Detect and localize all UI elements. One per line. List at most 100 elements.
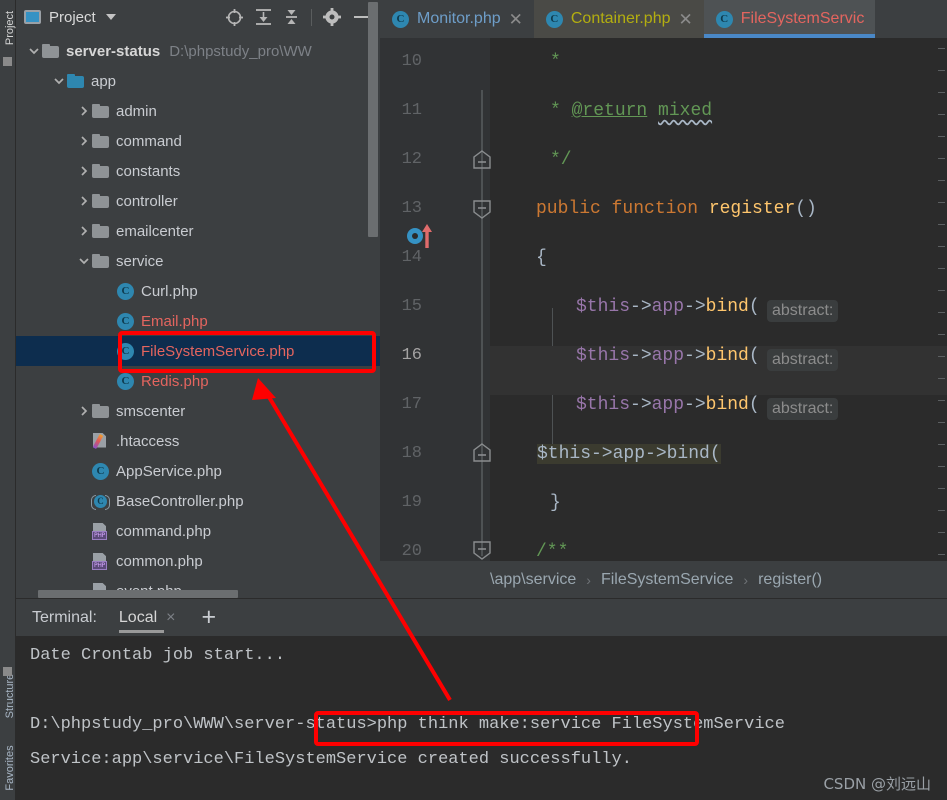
fold-region-start-icon[interactable] bbox=[473, 150, 491, 169]
tree-item[interactable]: PHP command.php bbox=[16, 516, 380, 546]
breadcrumb-item-method[interactable]: register() bbox=[758, 571, 822, 589]
scrollbar-tick bbox=[938, 312, 945, 313]
tool-window-button-favorites[interactable]: Favorites bbox=[4, 738, 16, 798]
run-method-icon[interactable] bbox=[406, 222, 436, 255]
chevron-right-icon[interactable] bbox=[76, 135, 92, 147]
scrollbar-tick bbox=[938, 554, 945, 555]
editor-gutter[interactable]: 10 11 12 13 14 15 16 17 18 19 20 bbox=[380, 38, 491, 561]
code-editor[interactable]: 10 11 12 13 14 15 16 17 18 19 20 * * @re… bbox=[380, 38, 947, 561]
code-text[interactable]: * * @return mixed */ public function reg… bbox=[490, 38, 947, 561]
folder-icon bbox=[92, 194, 109, 208]
editor-tab[interactable]: C FileSystemServic bbox=[703, 0, 876, 38]
project-tree[interactable]: server-status D:\phpstudy_pro\WW app admin c… bbox=[16, 34, 380, 598]
tree-item-path: D:\phpstudy_pro\WW bbox=[169, 42, 312, 60]
php-class-icon: C bbox=[117, 312, 134, 330]
locate-file-icon[interactable] bbox=[225, 8, 244, 27]
project-panel-header: Project bbox=[16, 0, 380, 34]
gear-icon[interactable] bbox=[323, 8, 341, 26]
tree-item[interactable]: command bbox=[16, 126, 380, 156]
chevron-right-icon[interactable] bbox=[76, 105, 92, 117]
editor-tab-bar: C Monitor.php ✕ C Container.php ✕ C FileSystemS… bbox=[380, 0, 947, 38]
scrollbar-tick bbox=[938, 136, 945, 137]
code-line: */ bbox=[490, 150, 947, 199]
editor-tab[interactable]: C Container.php ✕ bbox=[533, 0, 704, 38]
collapse-all-icon[interactable] bbox=[283, 8, 300, 26]
tool-window-button-project[interactable]: Project bbox=[4, 0, 16, 58]
line-number: 18 bbox=[401, 444, 422, 463]
scrollbar-tick bbox=[938, 356, 945, 357]
add-terminal-icon[interactable]: + bbox=[202, 605, 217, 630]
fold-region-icon[interactable] bbox=[473, 541, 491, 560]
expand-all-icon[interactable] bbox=[255, 8, 272, 26]
editor-scrollbar-marks[interactable] bbox=[933, 38, 947, 561]
parameter-inlay-hint: abstract: bbox=[767, 300, 839, 322]
fold-region-end-icon[interactable] bbox=[473, 443, 491, 462]
tool-window-marker-project bbox=[3, 57, 12, 66]
close-icon[interactable]: ✕ bbox=[509, 11, 523, 28]
tree-item[interactable]: admin bbox=[16, 96, 380, 126]
left-tool-strip: Project Structure Favorites bbox=[0, 0, 16, 800]
tree-item-label: app bbox=[91, 72, 117, 90]
chevron-right-icon[interactable] bbox=[76, 195, 92, 207]
close-icon[interactable]: ✕ bbox=[679, 11, 693, 28]
tree-item[interactable]: constants bbox=[16, 156, 380, 186]
code-line: $this->app->bind( bbox=[490, 297, 947, 346]
tree-item[interactable]: C Email.php bbox=[16, 306, 380, 336]
chevron-down-icon[interactable] bbox=[76, 255, 92, 267]
tree-item[interactable]: C Curl.php bbox=[16, 276, 380, 306]
tree-item[interactable]: controller bbox=[16, 186, 380, 216]
project-tool-window: Project server-status D:\phpstudy_pro\WW… bbox=[16, 0, 380, 598]
close-icon[interactable]: × bbox=[166, 609, 175, 627]
terminal-output[interactable]: Date Crontab job start... D:\phpstudy_pr… bbox=[16, 636, 947, 800]
tree-item[interactable]: server-status D:\phpstudy_pro\WW bbox=[16, 36, 380, 66]
terminal-tab-local[interactable]: Local × bbox=[118, 599, 176, 637]
terminal-line: Date Crontab job start... bbox=[30, 646, 286, 665]
scrollbar-tick bbox=[938, 114, 945, 115]
tree-item[interactable]: C AppService.php bbox=[16, 456, 380, 486]
code-token-brace: $this->app->bind( bbox=[537, 444, 721, 464]
line-number: 15 bbox=[401, 297, 422, 316]
tree-item-label: smscenter bbox=[116, 402, 186, 420]
tree-item-label: service bbox=[116, 252, 164, 270]
code-token-brace: { bbox=[536, 248, 547, 268]
chevron-right-icon[interactable] bbox=[76, 225, 92, 237]
chevron-down-icon[interactable] bbox=[26, 45, 42, 57]
folder-icon bbox=[92, 104, 109, 118]
tree-item[interactable]: emailcenter bbox=[16, 216, 380, 246]
editor-tab[interactable]: C Monitor.php ✕ bbox=[380, 0, 534, 38]
breadcrumb-separator-icon: › bbox=[743, 571, 749, 588]
php-class-icon: C bbox=[715, 10, 733, 28]
project-tree-hscrollbar[interactable] bbox=[38, 590, 238, 598]
tree-item[interactable]: PHP common.php bbox=[16, 546, 380, 576]
tree-item[interactable]: C Redis.php bbox=[16, 366, 380, 396]
breadcrumb-item-class[interactable]: FileSystemService bbox=[601, 571, 733, 589]
php-class-icon: C bbox=[92, 462, 109, 480]
tree-item[interactable]: .htaccess bbox=[16, 426, 380, 456]
tree-item[interactable]: service bbox=[16, 246, 380, 276]
scrollbar-tick bbox=[938, 70, 945, 71]
code-token-statement: $this->app->bind( bbox=[576, 395, 760, 415]
tree-item-label: AppService.php bbox=[116, 462, 222, 480]
tree-item-label: controller bbox=[116, 192, 178, 210]
chevron-down-icon[interactable] bbox=[105, 14, 116, 20]
tree-item[interactable]: C FileSystemService.php bbox=[16, 336, 380, 366]
tree-item-label: server-status bbox=[66, 42, 161, 60]
tree-item[interactable]: smscenter bbox=[16, 396, 380, 426]
tree-item[interactable]: C BaseController.php bbox=[16, 486, 380, 516]
scrollbar-tick bbox=[938, 378, 945, 379]
tree-item-label: emailcenter bbox=[116, 222, 194, 240]
phpdoc-return-tag[interactable]: @return bbox=[572, 101, 648, 121]
chevron-right-icon[interactable] bbox=[76, 405, 92, 417]
scrollbar-tick bbox=[938, 92, 945, 93]
chevron-right-icon[interactable] bbox=[76, 165, 92, 177]
line-number: 17 bbox=[401, 395, 422, 414]
code-line: $this->app->bind( bbox=[490, 395, 947, 444]
project-tree-scrollbar[interactable] bbox=[368, 2, 378, 237]
tree-item[interactable]: app bbox=[16, 66, 380, 96]
scrollbar-tick bbox=[938, 422, 945, 423]
php-class-icon: C bbox=[392, 10, 409, 28]
fold-region-icon[interactable] bbox=[473, 200, 491, 219]
chevron-down-icon[interactable] bbox=[51, 75, 67, 87]
breadcrumb-item-package[interactable]: \app\service bbox=[490, 571, 576, 589]
scrollbar-tick bbox=[938, 158, 945, 159]
